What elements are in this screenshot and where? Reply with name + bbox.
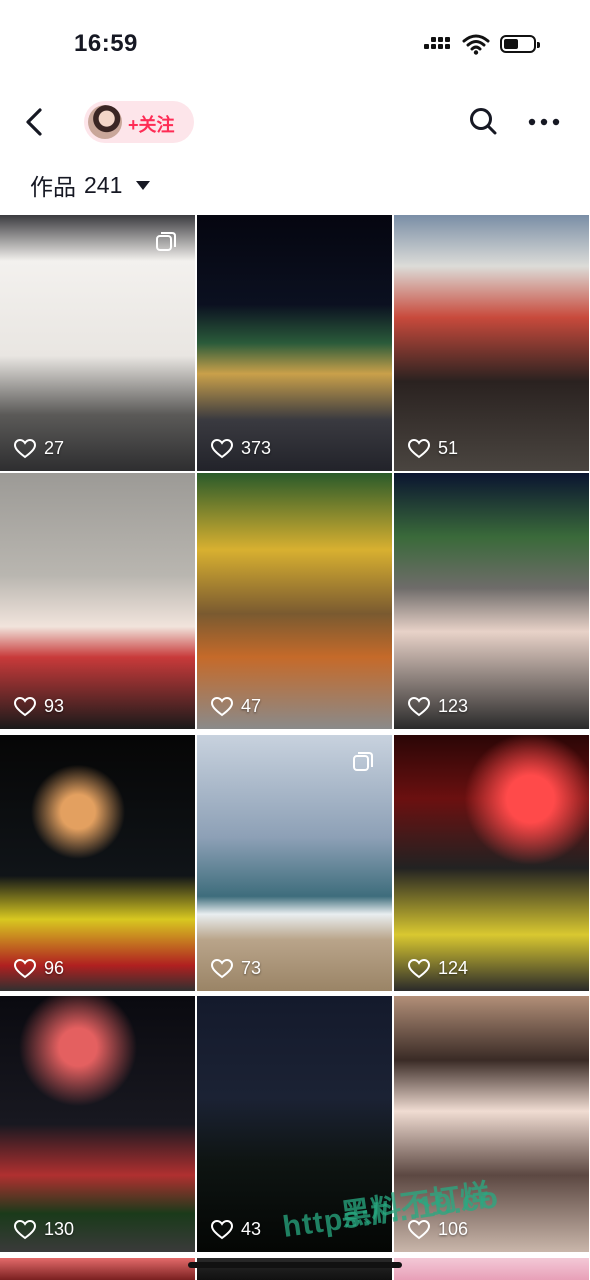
heart-icon xyxy=(408,696,430,716)
like-counter: 51 xyxy=(408,438,458,459)
video-tile[interactable]: 96 xyxy=(0,735,195,991)
video-thumbnail xyxy=(197,215,392,471)
video-tile[interactable]: 73 xyxy=(197,735,392,991)
like-counter: 130 xyxy=(14,1219,74,1240)
back-icon[interactable] xyxy=(18,104,52,140)
works-count: 241 xyxy=(84,171,123,198)
video-thumbnail xyxy=(197,735,392,991)
heart-icon xyxy=(14,696,36,716)
like-counter: 27 xyxy=(14,438,64,459)
video-tile[interactable]: 51 xyxy=(394,215,589,471)
like-counter: 373 xyxy=(211,438,271,459)
works-filter[interactable]: 作品 241 xyxy=(30,168,151,202)
video-tile[interactable]: 123 xyxy=(394,473,589,729)
search-icon[interactable] xyxy=(468,106,498,136)
multi-image-icon xyxy=(156,232,176,251)
like-count: 47 xyxy=(241,696,262,716)
signal-icon xyxy=(424,34,452,54)
heart-icon xyxy=(408,438,430,458)
video-thumbnail xyxy=(0,1258,195,1280)
like-count: 123 xyxy=(438,696,469,716)
like-count: 130 xyxy=(44,1219,75,1239)
works-label: 作品 xyxy=(30,174,76,200)
follow-button[interactable]: +关注 xyxy=(84,101,194,143)
video-thumbnail xyxy=(0,215,195,471)
like-count: 373 xyxy=(241,438,272,458)
like-counter: 73 xyxy=(211,958,261,979)
follow-label: +关注 xyxy=(128,115,175,135)
heart-icon xyxy=(211,696,233,716)
multi-image-icon xyxy=(353,752,373,771)
video-thumbnail xyxy=(394,735,589,991)
like-count: 93 xyxy=(44,696,65,716)
video-tile[interactable]: 130 xyxy=(0,996,195,1252)
like-count: 43 xyxy=(241,1219,262,1239)
video-tile[interactable]: 124 xyxy=(394,735,589,991)
video-thumbnail xyxy=(197,473,392,729)
like-counter: 43 xyxy=(211,1219,261,1240)
works-grid: 27 373 51 93 47 123 96 73 124 130 43 106 xyxy=(0,215,590,1280)
like-counter: 93 xyxy=(14,696,64,717)
like-counter: 47 xyxy=(211,696,261,717)
battery-icon xyxy=(500,35,540,53)
video-thumbnail xyxy=(394,215,589,471)
video-tile[interactable]: 27 xyxy=(0,215,195,471)
heart-icon xyxy=(14,958,36,978)
video-thumbnail xyxy=(0,735,195,991)
like-count: 124 xyxy=(438,958,469,978)
video-tile[interactable] xyxy=(0,1258,195,1280)
video-tile[interactable]: 47 xyxy=(197,473,392,729)
like-counter: 123 xyxy=(408,696,468,717)
nav-bar: +关注 xyxy=(0,92,590,152)
like-count: 96 xyxy=(44,958,65,978)
video-thumbnail xyxy=(0,996,195,1252)
like-counter: 96 xyxy=(14,958,64,979)
avatar[interactable] xyxy=(88,105,122,139)
heart-icon xyxy=(211,438,233,458)
video-tile[interactable]: 373 xyxy=(197,215,392,471)
heart-icon xyxy=(211,958,233,978)
video-thumbnail xyxy=(394,473,589,729)
heart-icon xyxy=(14,438,36,458)
video-tile[interactable]: 93 xyxy=(0,473,195,729)
status-bar: 16:59 xyxy=(0,0,590,88)
home-indicator[interactable] xyxy=(188,1262,402,1268)
caret-down-icon xyxy=(136,180,151,190)
video-thumbnail xyxy=(0,473,195,729)
more-icon[interactable] xyxy=(526,110,562,134)
wifi-icon xyxy=(462,34,490,55)
heart-icon xyxy=(211,1219,233,1239)
video-thumbnail xyxy=(394,1258,589,1280)
heart-icon xyxy=(408,958,430,978)
like-count: 73 xyxy=(241,958,262,978)
like-count: 51 xyxy=(438,438,459,458)
video-tile[interactable] xyxy=(394,1258,589,1280)
like-count: 27 xyxy=(44,438,65,458)
status-time: 16:59 xyxy=(74,30,138,57)
heart-icon xyxy=(14,1219,36,1239)
like-counter: 124 xyxy=(408,958,468,979)
